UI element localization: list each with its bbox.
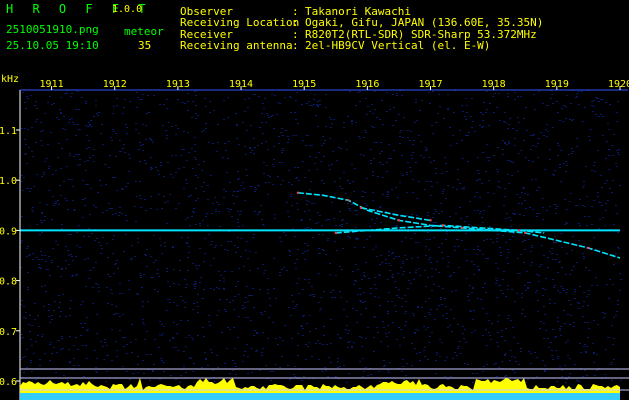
file-name: 2510051910.png — [6, 23, 99, 36]
header-panel: H R O F F T 1.0.0 2510051910.png 25.10.0… — [0, 0, 629, 72]
info-key-antenna: Receiving antenna — [180, 39, 293, 52]
date-time: 25.10.05 19:10 — [6, 39, 99, 52]
y-tick-label: 1.1 — [0, 126, 17, 137]
info-sep-antenna: : — [292, 39, 299, 52]
amplitude-baseline — [20, 393, 620, 400]
x-tick-label: 1920 — [608, 79, 629, 90]
x-tick-label: 1917 — [418, 79, 442, 90]
signal-point — [334, 231, 337, 235]
signal-point — [517, 229, 521, 232]
x-tick-label: 1919 — [545, 79, 569, 90]
signal-point — [429, 219, 432, 222]
signal-point — [359, 206, 363, 210]
x-tick-label: 1918 — [482, 79, 506, 90]
signal-point — [441, 224, 445, 227]
count-value: 35 — [138, 39, 152, 52]
y-tick-label: 0.8 — [0, 277, 17, 288]
y-tick-label: 0.9 — [0, 226, 17, 237]
x-tick-label: 1913 — [166, 79, 190, 90]
signal-point — [347, 199, 350, 202]
signal-point — [397, 219, 401, 222]
x-tick-label: 1911 — [40, 79, 64, 90]
y-tick-label: 0.7 — [0, 327, 17, 338]
signal-point — [296, 191, 300, 194]
signal-point — [524, 231, 527, 235]
app-version: 1.0.0 — [112, 4, 143, 15]
y-axis-label: kHz — [1, 74, 19, 85]
count-label: meteor — [124, 25, 164, 38]
y-tick-label: 0.6 — [0, 377, 17, 388]
x-tick-label: 1912 — [103, 79, 127, 90]
x-tick-label: 1915 — [292, 79, 316, 90]
signal-point — [587, 246, 590, 250]
y-tick-label: 1.0 — [0, 176, 17, 187]
x-tick-label: 1914 — [229, 79, 253, 90]
info-value-antenna: 2el-HB9CV Vertical (el. E-W) — [305, 39, 491, 52]
x-tick-label: 1916 — [355, 79, 379, 90]
